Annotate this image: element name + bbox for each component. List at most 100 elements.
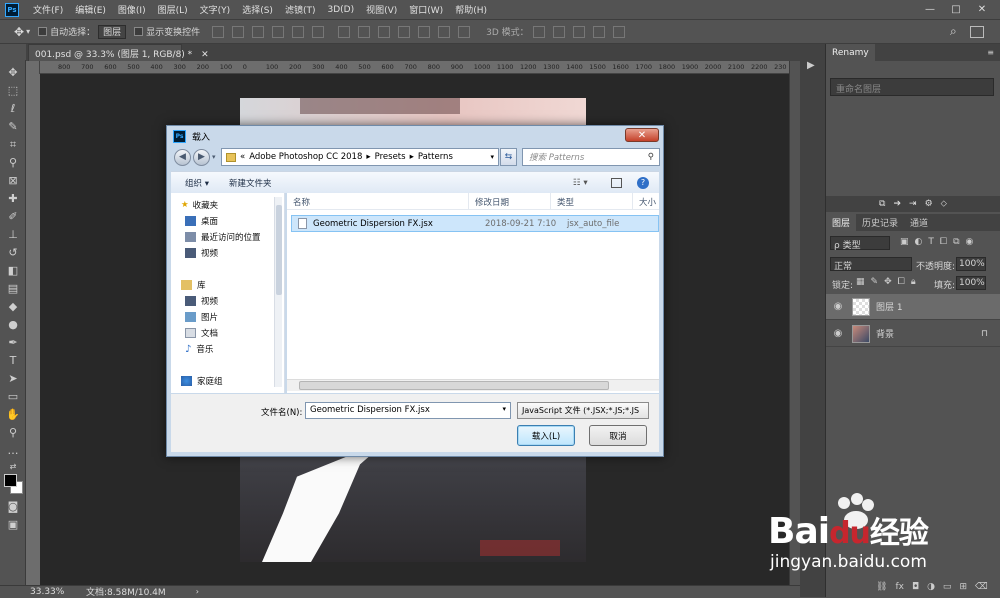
nav-music[interactable]: ♪ 音乐 bbox=[185, 343, 213, 356]
back-arrow-icon[interactable]: ◀ bbox=[174, 149, 191, 166]
menu-3d[interactable]: 3D(D) bbox=[321, 5, 360, 15]
column-type[interactable]: 类型 bbox=[551, 193, 633, 210]
layer-name[interactable]: 图层 1 bbox=[876, 300, 903, 313]
align-bottom-icon[interactable] bbox=[252, 25, 265, 38]
preview-pane-icon[interactable] bbox=[611, 177, 622, 188]
nav-pictures[interactable]: 图片 bbox=[185, 311, 218, 323]
more-tools-icon[interactable]: … bbox=[5, 444, 21, 458]
filter-toggle-icon[interactable]: ◉ bbox=[966, 237, 974, 247]
align-top-icon[interactable] bbox=[212, 25, 225, 38]
nav-scroll-thumb[interactable] bbox=[276, 205, 282, 295]
new-group-icon[interactable]: ▭ bbox=[943, 582, 952, 592]
renamy-tab[interactable]: Renamy bbox=[826, 44, 875, 61]
blend-mode-select[interactable]: 正常 bbox=[830, 257, 912, 272]
nav-scrollbar[interactable] bbox=[274, 197, 282, 387]
brush-tool-icon[interactable]: ✐ bbox=[5, 210, 21, 224]
breadcrumb-adobe[interactable]: Adobe Photoshop CC 2018 bbox=[249, 152, 362, 162]
nav-videos[interactable]: 视频 bbox=[185, 295, 218, 307]
nav-recent[interactable]: 最近访问的位置 bbox=[185, 231, 261, 243]
zoom-level[interactable]: 33.33% bbox=[30, 587, 70, 597]
align-left-icon[interactable] bbox=[272, 25, 285, 38]
menu-image[interactable]: 图像(I) bbox=[112, 3, 152, 16]
address-dropdown-icon[interactable]: ▾ bbox=[490, 153, 494, 161]
tab-layers[interactable]: 图层 bbox=[826, 214, 857, 231]
filter-pixel-icon[interactable]: ▣ bbox=[900, 237, 909, 247]
vertical-ruler[interactable] bbox=[26, 74, 40, 585]
fill-input[interactable]: 100% bbox=[956, 276, 986, 290]
panel-menu-icon[interactable]: ≡ bbox=[981, 48, 1000, 57]
3d-pan-icon[interactable] bbox=[572, 25, 585, 38]
horizontal-ruler[interactable]: 800 700 600 500 400 300 200 100 0 100 200 300 400 500… bbox=[40, 61, 789, 74]
menu-filter[interactable]: 滤镜(T) bbox=[279, 3, 322, 16]
search-icon[interactable]: ⌕ bbox=[950, 24, 957, 39]
column-date[interactable]: 修改日期 bbox=[469, 193, 551, 210]
minimize-button[interactable]: — bbox=[918, 0, 942, 19]
filetype-select[interactable]: JavaScript 文件 (*.JSX;*.JS;*.JS bbox=[517, 402, 649, 419]
swap-colors-icon[interactable]: ⇄ bbox=[5, 460, 21, 474]
workspace-icon[interactable] bbox=[970, 25, 984, 38]
nav-library[interactable]: 库 bbox=[181, 279, 206, 291]
tab-channels[interactable]: 通道 bbox=[904, 216, 934, 229]
filter-shape-icon[interactable]: ⧠ bbox=[940, 237, 947, 247]
close-tab-icon[interactable]: ✕ bbox=[201, 50, 209, 60]
3d-scale-icon[interactable] bbox=[612, 25, 625, 38]
menu-layer[interactable]: 图层(L) bbox=[152, 3, 194, 16]
hscroll-thumb[interactable] bbox=[299, 381, 609, 390]
dodge-tool-icon[interactable]: ● bbox=[5, 318, 21, 332]
gradient-tool-icon[interactable]: ▤ bbox=[5, 282, 21, 296]
zoom-tool-icon[interactable]: ⚲ bbox=[5, 426, 21, 440]
new-layer-icon[interactable]: ⊞ bbox=[959, 582, 967, 592]
menu-window[interactable]: 窗口(W) bbox=[403, 3, 449, 16]
filter-type-icon[interactable]: T bbox=[928, 237, 934, 247]
foreground-color-swatch[interactable] bbox=[4, 474, 17, 487]
link-layers-icon[interactable]: ⛓ bbox=[876, 582, 887, 592]
trash-icon[interactable]: ⌫ bbox=[975, 582, 988, 592]
lock-all-icon[interactable]: 🔒︎ bbox=[911, 277, 916, 287]
history-brush-icon[interactable]: ↺ bbox=[5, 246, 21, 260]
close-window-button[interactable]: ✕ bbox=[970, 0, 994, 19]
opacity-input[interactable]: 100% bbox=[956, 257, 986, 271]
lock-position-icon[interactable]: ✥ bbox=[884, 277, 892, 287]
column-size[interactable]: 大小 bbox=[633, 193, 659, 210]
export-icon[interactable]: ⇥ bbox=[909, 199, 917, 209]
file-list-hscrollbar[interactable] bbox=[287, 379, 659, 391]
distribute-bottom-icon[interactable] bbox=[378, 25, 391, 38]
search-icon[interactable]: ⚲ bbox=[648, 152, 654, 162]
new-folder-button[interactable]: 新建文件夹 bbox=[229, 177, 272, 189]
pen-tool-icon[interactable]: ✒ bbox=[5, 336, 21, 350]
menu-help[interactable]: 帮助(H) bbox=[449, 3, 493, 16]
healing-brush-icon[interactable]: ✚ bbox=[5, 192, 21, 206]
menu-file[interactable]: 文件(F) bbox=[27, 3, 69, 16]
dialog-title-bar[interactable]: Ps 载入 ✕ bbox=[167, 126, 663, 147]
nav-favorites[interactable]: ★ 收藏夹 bbox=[181, 199, 218, 211]
play-icon[interactable]: ▶ bbox=[807, 60, 815, 71]
tab-history[interactable]: 历史记录 bbox=[856, 216, 904, 229]
distribute-hcenter-icon[interactable] bbox=[418, 25, 431, 38]
breadcrumb-patterns[interactable]: Patterns bbox=[418, 152, 453, 162]
refresh-icon[interactable]: ⇆ bbox=[500, 148, 517, 166]
lock-paint-icon[interactable]: ✎ bbox=[871, 277, 879, 287]
distribute-top-icon[interactable] bbox=[338, 25, 351, 38]
breadcrumb-presets[interactable]: Presets bbox=[375, 152, 406, 162]
nav-documents[interactable]: 文档 bbox=[185, 327, 218, 339]
distribute-right-icon[interactable] bbox=[438, 25, 451, 38]
rectangle-tool-icon[interactable]: ▭ bbox=[5, 390, 21, 404]
eyedropper-tool-icon[interactable]: ⚲ bbox=[5, 156, 21, 170]
filename-input[interactable]: Geometric Dispersion FX.jsx ▾ bbox=[305, 402, 511, 419]
align-right-icon[interactable] bbox=[312, 25, 325, 38]
frame-tool-icon[interactable]: ⊠ bbox=[5, 174, 21, 188]
maximize-button[interactable]: □ bbox=[944, 0, 968, 19]
help-icon[interactable]: ? bbox=[637, 176, 649, 189]
menu-type[interactable]: 文字(Y) bbox=[194, 3, 237, 16]
status-arrow-icon[interactable]: › bbox=[196, 587, 199, 596]
nav-desktop[interactable]: 桌面 bbox=[185, 215, 218, 227]
nav-videos-fav[interactable]: 视频 bbox=[185, 247, 218, 259]
fx-icon[interactable]: fx bbox=[895, 582, 904, 592]
quick-mask-icon[interactable]: ◙ bbox=[5, 500, 21, 514]
blur-tool-icon[interactable]: ◆ bbox=[5, 300, 21, 314]
filter-adjust-icon[interactable]: ◐ bbox=[915, 237, 923, 247]
layer-row[interactable]: ◉ 图层 1 bbox=[826, 294, 1000, 320]
organize-button[interactable]: 组织 ▾ bbox=[185, 177, 209, 189]
add-mask-icon[interactable]: ◘ bbox=[912, 582, 919, 592]
recent-dropdown-icon[interactable]: ▾ bbox=[212, 153, 216, 161]
